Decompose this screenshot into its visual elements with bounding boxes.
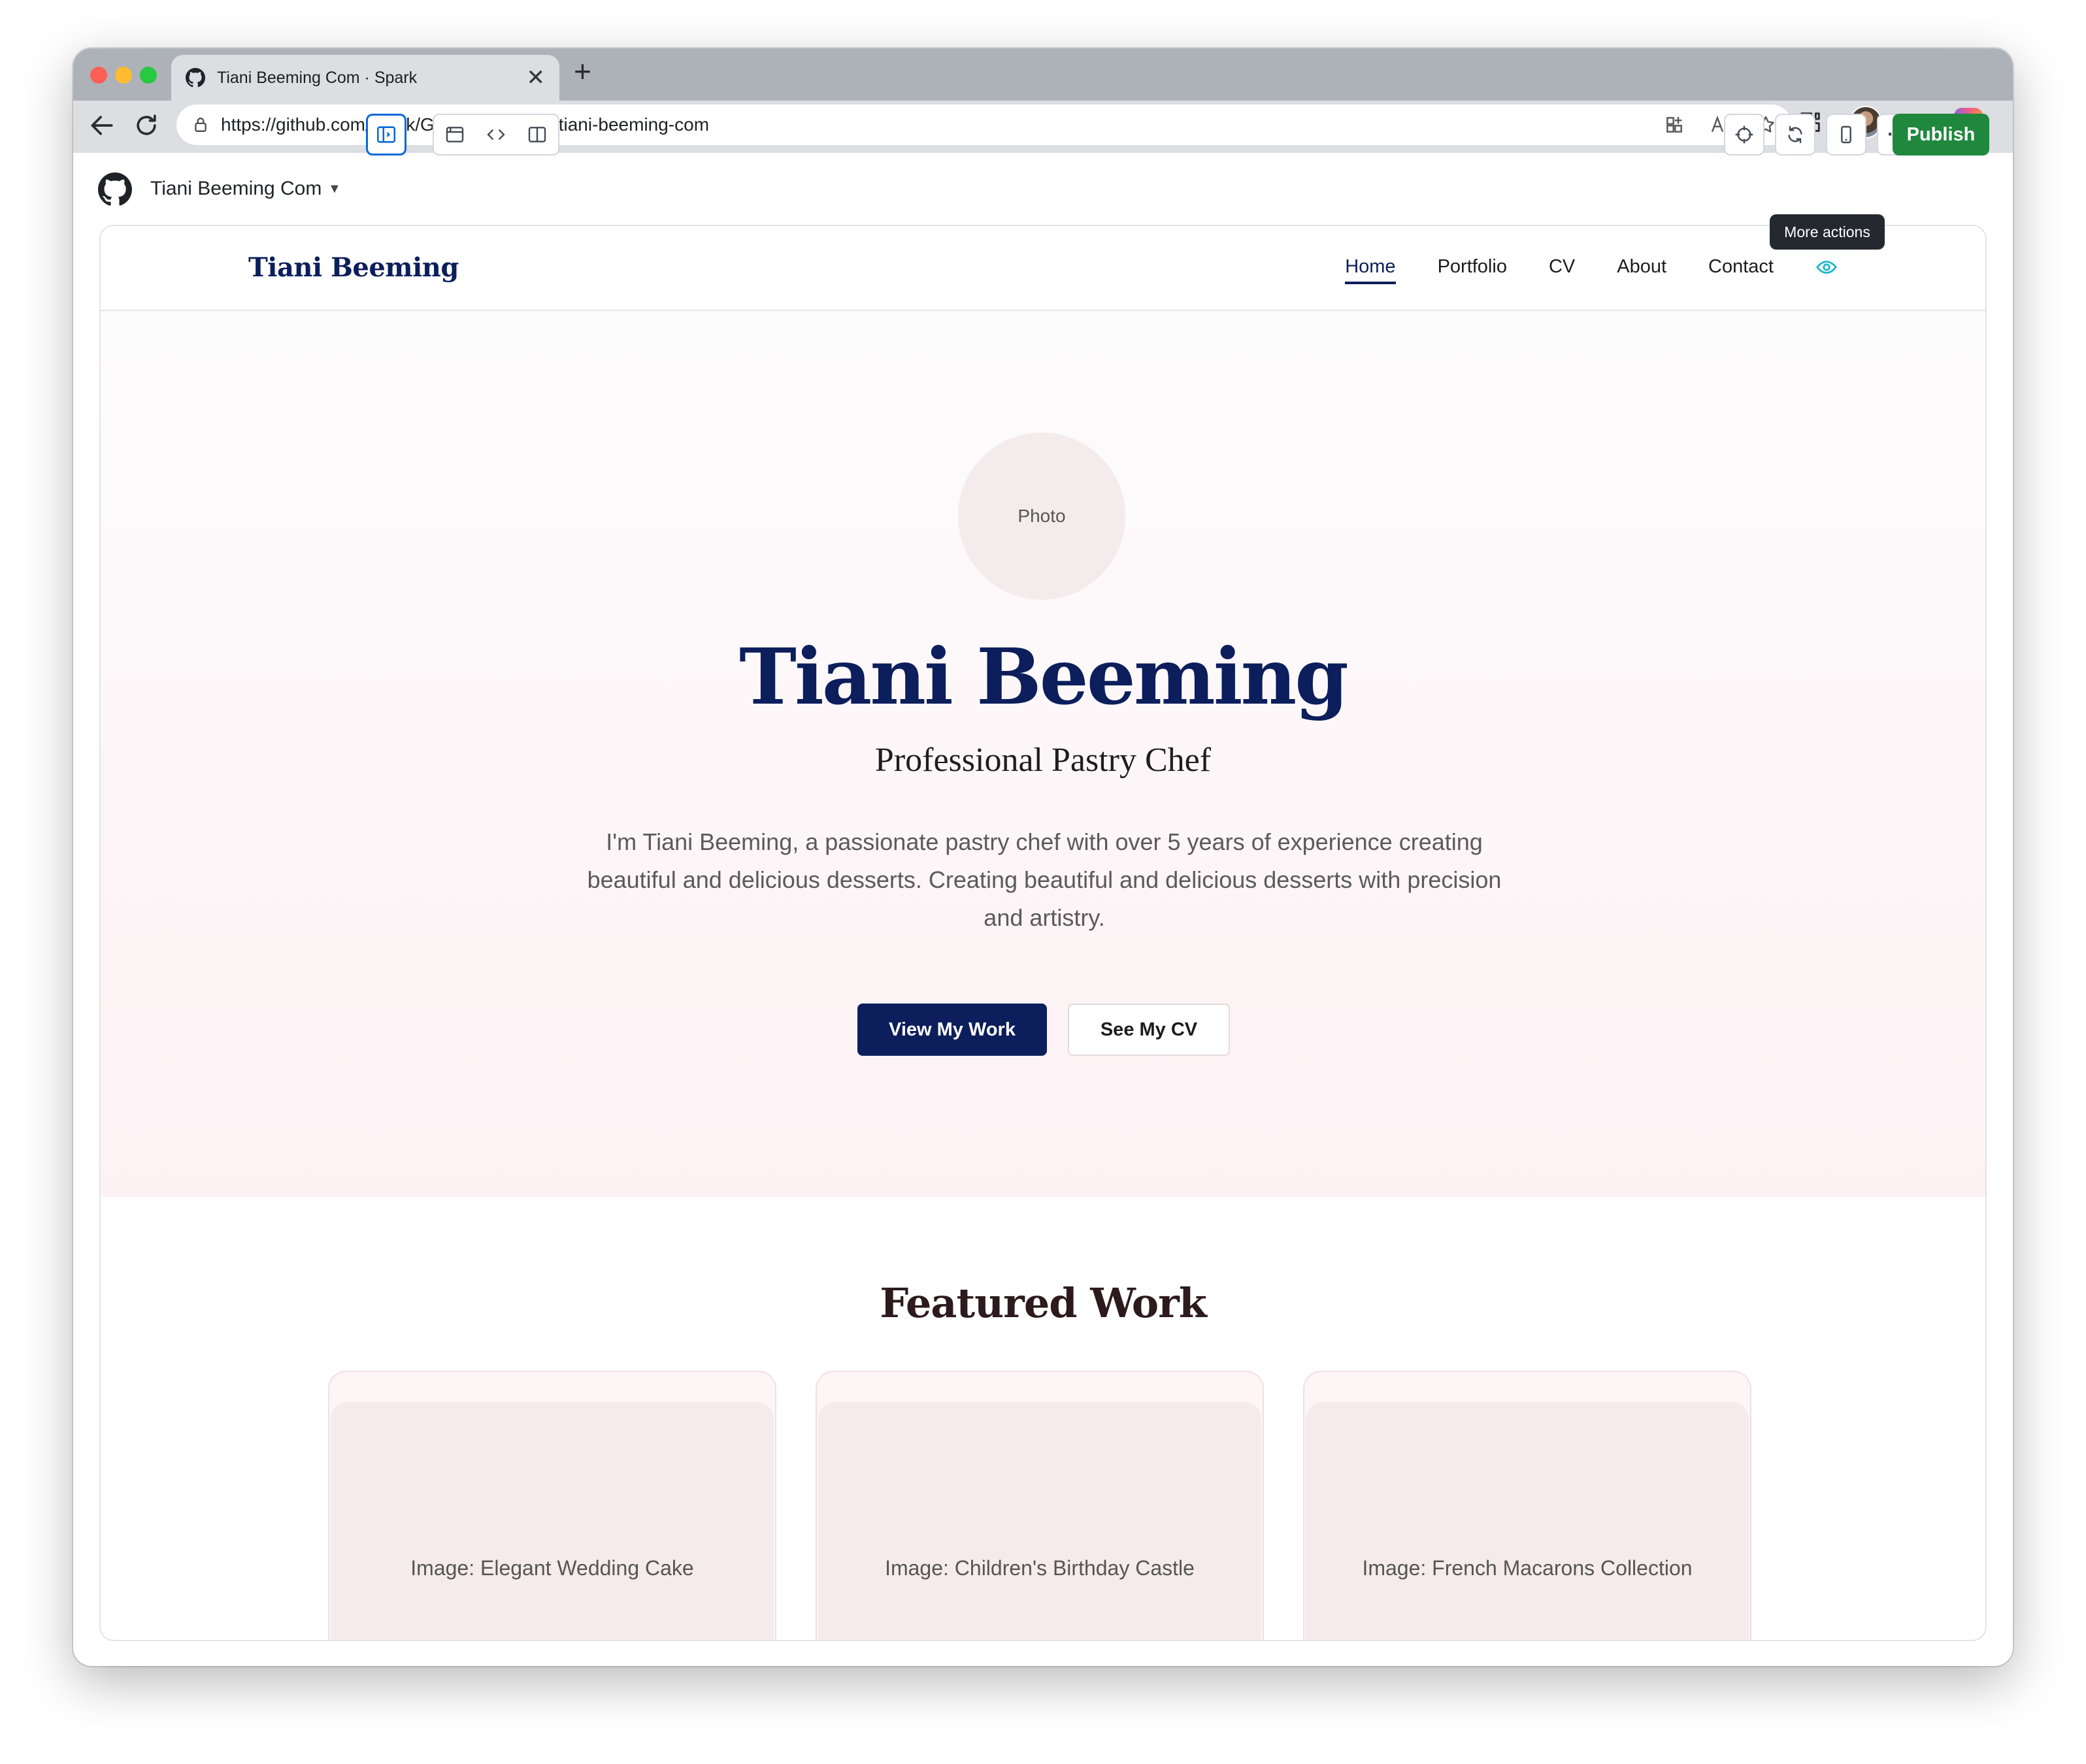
tab-title: Tiani Beeming Com · Spark <box>217 68 418 87</box>
split-view-icon <box>529 127 546 142</box>
eye-icon[interactable] <box>1815 256 1838 278</box>
split-view-button[interactable] <box>517 115 558 154</box>
target-button[interactable] <box>1724 114 1764 155</box>
mobile-device-icon <box>1841 125 1851 144</box>
card-image-placeholder: Image: Elegant Wedding Cake <box>331 1402 774 1640</box>
new-tab-button[interactable]: + <box>574 56 591 86</box>
hero-section: Photo Tiani Beeming Professional Pastry … <box>101 311 1985 1197</box>
address-bar[interactable]: https://github.com/spark/GordonBeeming/t… <box>176 105 1792 145</box>
profile-photo-placeholder: Photo <box>958 433 1125 600</box>
nav-portfolio[interactable]: Portfolio <box>1438 256 1507 284</box>
lock-icon[interactable] <box>192 116 209 133</box>
browser-window-icon <box>446 127 463 142</box>
close-window-button[interactable] <box>90 67 107 84</box>
hero-name: Tiani Beeming <box>739 631 1349 722</box>
hero-role: Professional Pastry Chef <box>874 742 1212 779</box>
tab-close-icon[interactable]: ✕ <box>527 67 546 89</box>
featured-work-title: Featured Work <box>880 1279 1207 1327</box>
card-image-label: Image: Children's Birthday Castle <box>885 1556 1195 1580</box>
featured-card[interactable]: Image: French Macarons Collection <box>1303 1371 1751 1640</box>
card-image-placeholder: Image: Children's Birthday Castle <box>818 1402 1261 1640</box>
github-logo-icon[interactable] <box>98 172 132 206</box>
browser-tab[interactable]: Tiani Beeming Com · Spark ✕ <box>171 55 559 101</box>
project-dropdown-caret-icon[interactable]: ▼ <box>328 182 341 197</box>
nav-about[interactable]: About <box>1617 256 1666 284</box>
back-arrow-icon[interactable] <box>88 111 116 140</box>
nav-home[interactable]: Home <box>1345 256 1396 284</box>
card-image-label: Image: Elegant Wedding Cake <box>410 1556 694 1580</box>
mobile-preview-button[interactable] <box>1826 114 1866 155</box>
minimize-window-button[interactable] <box>115 67 132 84</box>
card-image-label: Image: French Macarons Collection <box>1362 1556 1693 1580</box>
preview-view-button[interactable] <box>434 115 475 154</box>
preview-frame: Tiani Beeming Home Portfolio CV About Co… <box>99 225 1987 1641</box>
reload-icon[interactable] <box>132 111 161 140</box>
card-image-placeholder: Image: French Macarons Collection <box>1306 1402 1749 1640</box>
site-navbar: Tiani Beeming Home Portfolio CV About Co… <box>101 226 1985 311</box>
view-my-work-button[interactable]: View My Work <box>857 1004 1047 1056</box>
spark-header: Tiani Beeming Com ▼ <box>73 153 2013 225</box>
browser-window: Tiani Beeming Com · Spark ✕ + https://gi… <box>73 48 2013 1666</box>
github-favicon-icon <box>186 68 205 88</box>
toggle-sidebar-button[interactable] <box>366 114 406 155</box>
featured-card[interactable]: Image: Elegant Wedding Cake <box>328 1371 776 1640</box>
refresh-preview-button[interactable] <box>1775 114 1815 155</box>
hero-bio: I'm Tiani Beeming, a passionate pastry c… <box>587 828 1502 931</box>
sync-icon <box>1788 125 1802 144</box>
crosshair-icon <box>1735 125 1753 144</box>
featured-card[interactable]: Image: Children's Birthday Castle <box>816 1371 1264 1640</box>
code-icon <box>487 129 505 140</box>
nav-contact[interactable]: Contact <box>1708 256 1774 284</box>
sidebar-panel-icon <box>376 126 396 143</box>
more-actions-tooltip: More actions <box>1770 214 1885 250</box>
app-available-icon[interactable] <box>1664 114 1685 135</box>
photo-label: Photo <box>1018 506 1066 526</box>
project-name[interactable]: Tiani Beeming Com <box>150 178 322 200</box>
publish-button[interactable]: Publish <box>1893 114 1989 155</box>
view-mode-group <box>433 114 559 155</box>
see-my-cv-button[interactable]: See My CV <box>1068 1004 1230 1056</box>
tab-strip: Tiani Beeming Com · Spark ✕ + <box>73 48 2013 101</box>
code-view-button[interactable] <box>475 115 516 154</box>
maximize-window-button[interactable] <box>140 67 157 84</box>
site-brand[interactable]: Tiani Beeming <box>248 252 459 283</box>
site-nav-links: Home Portfolio CV About Contact <box>1345 256 1774 284</box>
nav-cv[interactable]: CV <box>1549 256 1575 284</box>
